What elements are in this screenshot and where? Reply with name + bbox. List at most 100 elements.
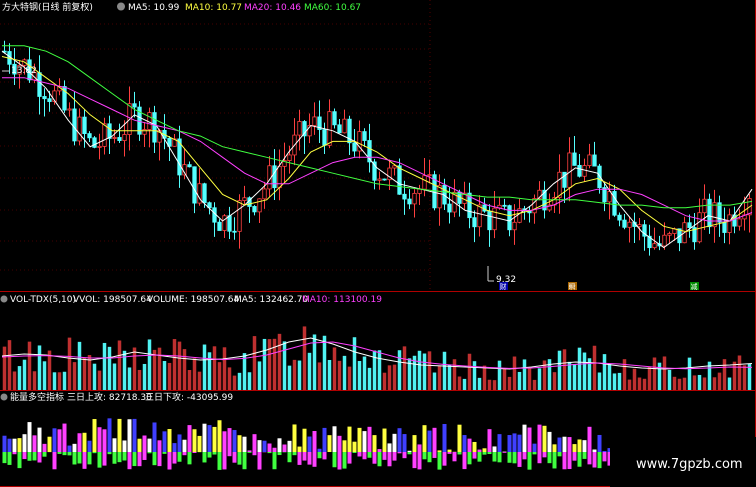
badge-jian-text: 减 bbox=[691, 282, 698, 291]
energy-up-bar bbox=[412, 435, 417, 452]
volume-bar bbox=[667, 369, 672, 390]
ma-lines bbox=[1, 45, 753, 249]
volume-bar bbox=[467, 353, 472, 390]
candle-body bbox=[97, 145, 102, 148]
vol-volume-label: VOLUME: 198507.64 bbox=[147, 295, 240, 305]
energy-up-bar bbox=[87, 440, 92, 452]
energy-up-bar bbox=[227, 428, 232, 452]
volume-bar bbox=[577, 347, 582, 390]
volume-bar bbox=[302, 326, 307, 390]
energy-down-bar bbox=[267, 452, 272, 454]
volume-bar bbox=[517, 371, 522, 390]
energy-up-bar bbox=[152, 422, 157, 452]
energy-up-bar bbox=[62, 423, 67, 452]
energy-down-bar bbox=[507, 452, 512, 463]
candle-body bbox=[397, 165, 402, 195]
candlesticks bbox=[2, 40, 752, 256]
energy-down-bar bbox=[352, 452, 357, 453]
volume-bar bbox=[592, 345, 597, 390]
volume-bar bbox=[92, 363, 97, 390]
energy-down-bar bbox=[82, 452, 87, 469]
energy-down-bar bbox=[287, 452, 292, 463]
energy-settings-icon[interactable] bbox=[0, 393, 8, 401]
volume-bar bbox=[387, 365, 392, 390]
energy-up-bar bbox=[347, 426, 352, 452]
energy-down-bar bbox=[597, 452, 602, 469]
energy-down-bar bbox=[87, 452, 92, 465]
candle-body bbox=[412, 192, 417, 205]
candle-body bbox=[737, 218, 742, 227]
energy-down-bar bbox=[187, 452, 192, 465]
candle-body bbox=[312, 116, 317, 126]
energy-up-bar bbox=[17, 438, 22, 452]
energy-up-bar bbox=[147, 438, 152, 452]
energy-down-bar bbox=[102, 452, 107, 466]
volume-bar bbox=[367, 367, 372, 390]
energy-up-bar bbox=[22, 434, 27, 452]
volume-bar bbox=[117, 340, 122, 390]
energy-down-bar bbox=[392, 452, 397, 461]
volume-bar bbox=[187, 370, 192, 390]
energy-up-bar bbox=[597, 434, 602, 452]
volume-bar bbox=[607, 363, 612, 390]
volume-bar bbox=[352, 337, 357, 390]
energy-down-bar bbox=[302, 452, 307, 461]
volume-bar bbox=[742, 365, 747, 390]
energy-up-bar bbox=[427, 430, 432, 452]
candle-body bbox=[622, 219, 627, 228]
volume-bar bbox=[442, 351, 447, 390]
volume-bar bbox=[37, 345, 42, 390]
candle-body bbox=[427, 174, 432, 177]
candle-body bbox=[287, 154, 292, 161]
candle-body bbox=[507, 205, 512, 231]
candle-body bbox=[697, 212, 702, 243]
energy-down-bar bbox=[447, 452, 452, 454]
energy-down-label: 三日下攻: -43095.99 bbox=[145, 391, 233, 403]
energy-up-bar bbox=[172, 443, 177, 452]
energy-down-bar bbox=[217, 452, 222, 470]
candle-body bbox=[597, 165, 602, 189]
energy-up-bar bbox=[272, 447, 277, 452]
badge-shun-text: 瞬 bbox=[569, 283, 576, 291]
energy-down-bar bbox=[542, 452, 547, 458]
energy-up-bar bbox=[322, 427, 327, 452]
energy-up-bar bbox=[357, 427, 362, 452]
volume-bar bbox=[557, 350, 562, 390]
energy-up-bar bbox=[67, 445, 72, 452]
candle-body bbox=[277, 165, 282, 189]
candle-body bbox=[707, 198, 712, 228]
badge-cai-text: 财 bbox=[500, 282, 507, 291]
energy-up-bar bbox=[247, 450, 252, 452]
energy-up-bar bbox=[587, 426, 592, 452]
vol-settings-icon[interactable] bbox=[0, 295, 8, 303]
energy-up-bar bbox=[97, 427, 102, 452]
energy-up-bar bbox=[457, 424, 462, 452]
energy-up-bar bbox=[477, 449, 482, 452]
volume-bar bbox=[112, 363, 117, 390]
volume-bar bbox=[207, 352, 212, 390]
candle-body bbox=[87, 133, 92, 139]
energy-down-bar bbox=[277, 452, 282, 456]
energy-down-bar bbox=[37, 452, 42, 463]
energy-down-bar bbox=[12, 452, 17, 455]
energy-up-bar bbox=[352, 441, 357, 452]
energy-down-bar bbox=[152, 452, 157, 466]
candle-body bbox=[272, 165, 277, 189]
energy-up-bar bbox=[367, 426, 372, 452]
energy-up-bar bbox=[287, 440, 292, 452]
settings-icon[interactable] bbox=[117, 2, 125, 11]
energy-down-bar bbox=[572, 452, 577, 461]
energy-down-bar bbox=[192, 452, 197, 453]
energy-up-bar bbox=[462, 435, 467, 452]
volume-bar bbox=[132, 347, 137, 390]
energy-down-bar bbox=[387, 452, 392, 467]
chart-canvas[interactable]: 方大特钢(日线 前复权) MA5: 10.99 MA10: 10.77 MA20… bbox=[0, 0, 756, 487]
volume-bar bbox=[432, 372, 437, 390]
volume-bar bbox=[202, 344, 207, 390]
energy-down-bar bbox=[577, 452, 582, 467]
energy-down-bar bbox=[32, 452, 37, 461]
energy-up-bar bbox=[342, 440, 347, 452]
energy-up-bar bbox=[487, 429, 492, 452]
candle-body bbox=[107, 123, 112, 139]
energy-down-bar bbox=[257, 452, 262, 470]
